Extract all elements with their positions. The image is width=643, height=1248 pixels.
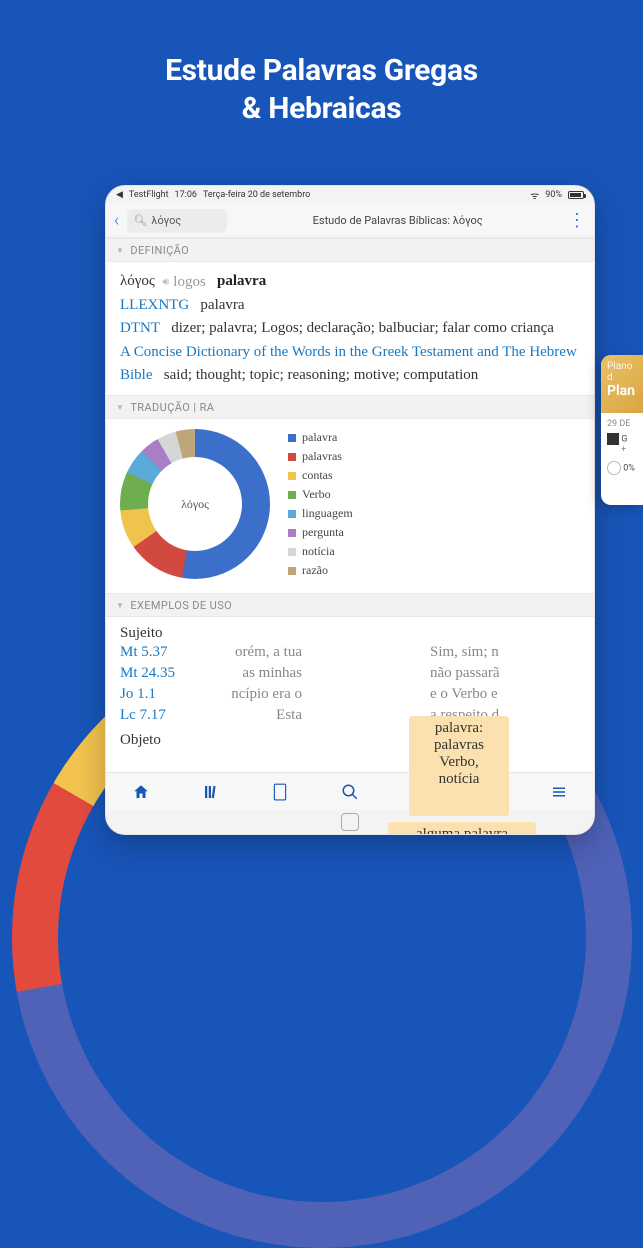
example-row[interactable]: Lc 7.17Estaa respeito d bbox=[120, 705, 580, 726]
tab-bar bbox=[106, 772, 594, 810]
progress-ring-icon bbox=[607, 461, 621, 475]
gloss: palavra bbox=[217, 273, 266, 289]
battery-icon bbox=[568, 191, 584, 199]
hero-title: Estude Palavras Gregas & Hebraicas bbox=[0, 0, 643, 127]
search-value: λόγος bbox=[151, 214, 181, 227]
content-area: ▼ DEFINIÇÃO λόγος 🔊︎logos palavra LLEXNT… bbox=[106, 238, 594, 772]
hero-line2: & Hebraicas bbox=[242, 91, 402, 126]
highlight-object: alguma palavra bbox=[388, 822, 536, 835]
nav-title: Estudo de Palavras Bíblicas: λόγος bbox=[235, 214, 560, 227]
source-link[interactable]: LLEXNTG bbox=[120, 297, 189, 313]
tab-search-icon[interactable] bbox=[340, 782, 360, 802]
side-reading-plan-card[interactable]: Plano d Plan 29 DE G + 0% bbox=[601, 355, 643, 505]
legend-item[interactable]: linguagem bbox=[288, 506, 353, 521]
source-link[interactable]: DTNT bbox=[120, 320, 160, 336]
section-header-translation[interactable]: ▼ TRADUÇÃO | RA bbox=[106, 395, 594, 419]
chart-legend: palavra palavras contas Verbo linguagem pergu… bbox=[288, 430, 353, 578]
tab-home-icon[interactable] bbox=[131, 782, 151, 802]
status-battery: 90% bbox=[545, 190, 562, 200]
tablet-frame: ◀ TestFlight 17:06 Terça-feira 20 de set… bbox=[105, 185, 595, 835]
example-row[interactable]: Mt 5.37orém, a tuaSim, sim; n bbox=[120, 642, 580, 663]
legend-item[interactable]: pergunta bbox=[288, 525, 353, 540]
example-row[interactable]: Jo 1.1ncípio era oe o Verbo e bbox=[120, 684, 580, 705]
tab-bible-icon[interactable] bbox=[270, 782, 290, 802]
status-time: 17:06 bbox=[175, 190, 197, 200]
verse-ref[interactable]: Mt 5.37 bbox=[120, 644, 186, 661]
transliteration: logos bbox=[173, 271, 206, 294]
search-icon: 🔍︎ bbox=[133, 214, 147, 227]
book-icon bbox=[607, 433, 619, 445]
greek-lemma: λόγος bbox=[120, 273, 155, 289]
examples-block: Sujeito Mt 5.37orém, a tuaSim, sim; nMt … bbox=[106, 617, 594, 749]
tab-menu-icon[interactable] bbox=[549, 782, 569, 802]
legend-item[interactable]: notícia bbox=[288, 544, 353, 559]
section-header-examples[interactable]: ▼ EXEMPLOS DE USO bbox=[106, 593, 594, 617]
legend-item[interactable]: palavra bbox=[288, 430, 353, 445]
status-date: Terça-feira 20 de setembro bbox=[203, 190, 310, 200]
status-testflight[interactable]: TestFlight bbox=[129, 190, 169, 200]
verse-ref[interactable]: Lc 7.17 bbox=[120, 707, 186, 724]
tab-library-icon[interactable] bbox=[201, 782, 221, 802]
plan-card-header: Plano d Plan bbox=[601, 355, 643, 413]
meaning-text: palavra bbox=[200, 297, 244, 313]
role-subject: Sujeito bbox=[120, 625, 580, 642]
hero-line1: Estude Palavras Gregas bbox=[165, 53, 478, 88]
verse-ref[interactable]: Jo 1.1 bbox=[120, 686, 186, 703]
verse-ref[interactable]: Mt 24.35 bbox=[120, 665, 186, 682]
status-bar: ◀ TestFlight 17:06 Terça-feira 20 de set… bbox=[106, 186, 594, 204]
back-icon[interactable]: ‹ bbox=[114, 210, 119, 231]
highlight-column: palavra: palavras Verbo, notícia bbox=[409, 716, 509, 816]
wifi-icon: ᯤ bbox=[530, 188, 539, 202]
legend-item[interactable]: palavras bbox=[288, 449, 353, 464]
meaning-text: dizer; palavra; Logos; declaração; balbu… bbox=[171, 320, 554, 336]
example-row[interactable]: Mt 24.35as minhasnão passarã bbox=[120, 663, 580, 684]
disclosure-icon: ▼ bbox=[116, 246, 124, 255]
nav-bar: ‹ 🔍︎ λόγος Estudo de Palavras Bíblicas: … bbox=[106, 204, 594, 238]
speaker-icon[interactable]: 🔊︎ bbox=[162, 274, 169, 291]
legend-item[interactable]: Verbo bbox=[288, 487, 353, 502]
plan-card-body: 29 DE G + 0% bbox=[601, 413, 643, 481]
definition-block: λόγος 🔊︎logos palavra LLEXNTG palavra DT… bbox=[106, 262, 594, 395]
search-input[interactable]: 🔍︎ λόγος bbox=[127, 209, 227, 233]
role-object: Objeto bbox=[120, 732, 580, 749]
disclosure-icon: ▼ bbox=[116, 403, 124, 412]
donut-chart[interactable]: λόγος bbox=[120, 429, 270, 579]
legend-item[interactable]: razão bbox=[288, 563, 353, 578]
disclosure-icon: ▼ bbox=[116, 601, 124, 610]
donut-center-label: λόγος bbox=[120, 429, 270, 579]
meaning-text: said; thought; topic; reasoning; motive;… bbox=[164, 367, 479, 383]
section-header-definition[interactable]: ▼ DEFINIÇÃO bbox=[106, 238, 594, 262]
home-button[interactable] bbox=[341, 813, 359, 831]
translation-chart: λόγος palavra palavras contas Verbo linguage… bbox=[106, 419, 594, 593]
legend-item[interactable]: contas bbox=[288, 468, 353, 483]
